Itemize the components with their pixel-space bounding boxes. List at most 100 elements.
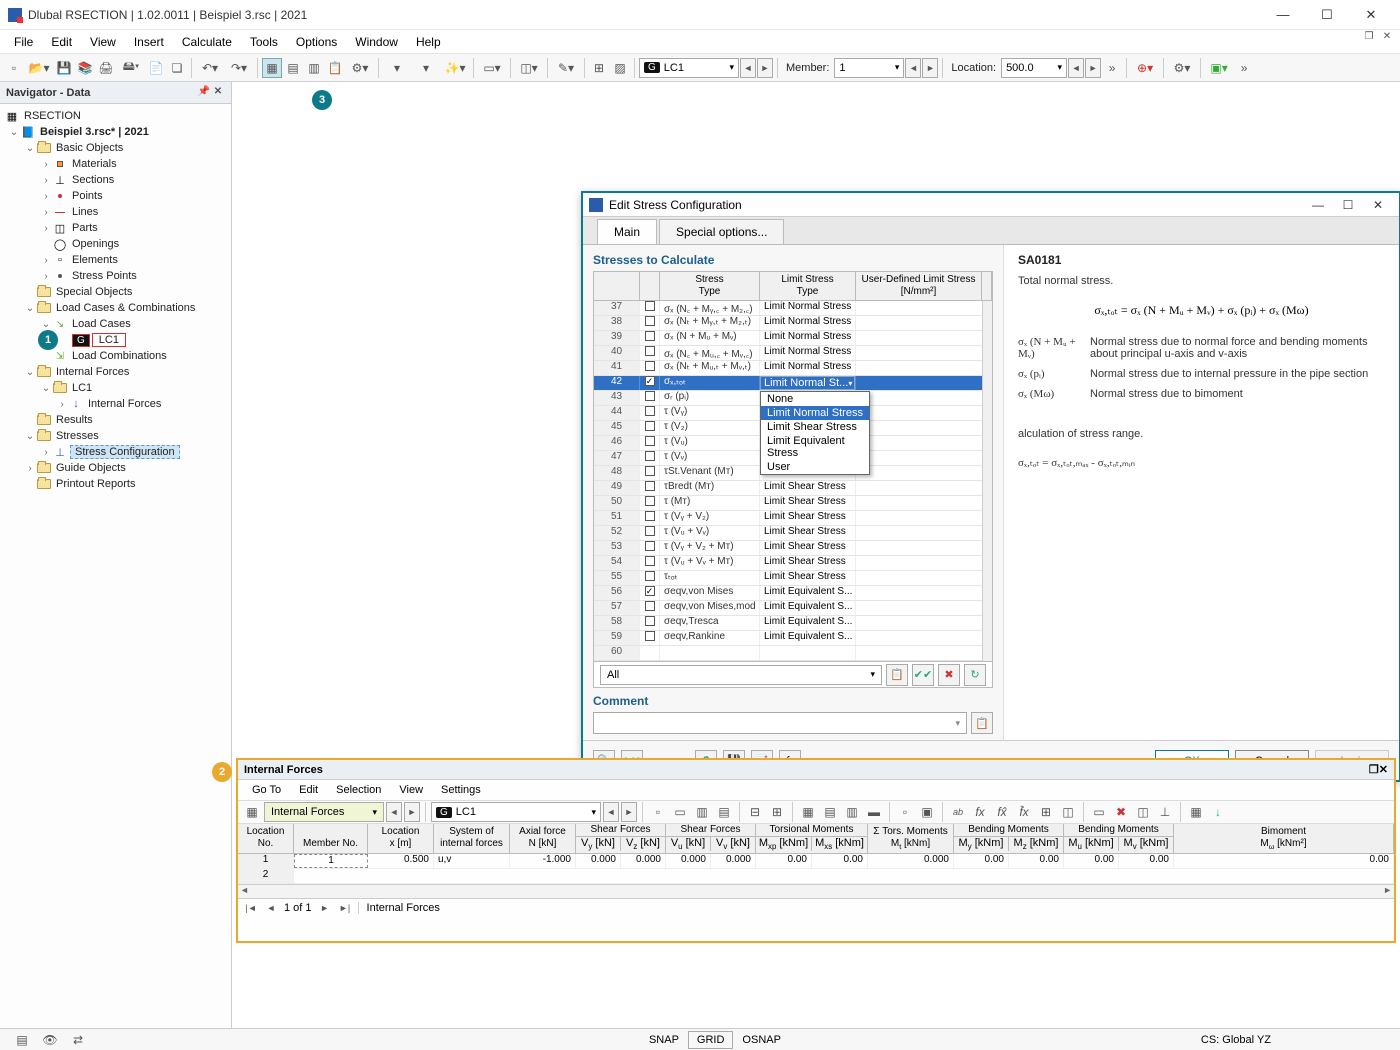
bp-scrollbar[interactable] — [238, 884, 1394, 898]
dropdown-item[interactable]: None — [761, 392, 869, 406]
loadcase-combo[interactable]: G LC1 ▾ — [639, 58, 739, 78]
expand-icon[interactable]: › — [40, 159, 52, 170]
expand-icon[interactable]: › — [40, 207, 52, 218]
bp-b10[interactable]: ▬ — [864, 802, 884, 822]
gf-btn3[interactable]: ✖ — [938, 664, 960, 686]
tree-lines[interactable]: Lines — [70, 206, 100, 218]
menu-help[interactable]: Help — [408, 32, 449, 52]
grid-row[interactable]: 41σₓ (Nₜ + Mᵤ,ₜ + Mᵥ,ₜ)Limit Normal Stre… — [594, 361, 992, 376]
minimize-button[interactable]: — — [1262, 3, 1304, 27]
expand-icon[interactable]: › — [40, 223, 52, 234]
print-opts-icon[interactable]: 🖴▾ — [117, 58, 145, 78]
bp-grid[interactable]: LocationNo. Member No. Locationx [m] Sys… — [238, 824, 1394, 884]
lc-prev-button[interactable]: ◄ — [740, 58, 756, 78]
bp-prev-table[interactable]: ◄ — [386, 802, 402, 822]
lc-next-button[interactable]: ► — [757, 58, 773, 78]
dropdown-item[interactable]: Limit Shear Stress — [761, 420, 869, 434]
bp-b15[interactable]: ▭ — [1089, 802, 1109, 822]
bp-b6[interactable]: ⊞ — [767, 802, 787, 822]
bp-b13[interactable]: ⊞ — [1036, 802, 1056, 822]
mdi-restore-icon[interactable]: ❐ — [1362, 30, 1376, 44]
more-icon[interactable]: » — [1102, 58, 1122, 78]
tree-elements[interactable]: Elements — [70, 254, 120, 266]
menu-tools[interactable]: Tools — [242, 32, 286, 52]
dropdown-item[interactable]: User — [761, 460, 869, 474]
bp-b19[interactable]: ▦ — [1186, 802, 1206, 822]
collapse-icon[interactable]: ⌄ — [8, 127, 20, 138]
menu-options[interactable]: Options — [288, 32, 345, 52]
box-icon[interactable]: ▣▾ — [1205, 58, 1233, 78]
bp-menu-goto[interactable]: Go To — [244, 782, 289, 798]
table-row[interactable]: 2 — [238, 869, 1394, 884]
loc-next-button[interactable]: ► — [1085, 58, 1101, 78]
tree-root[interactable]: RSECTION — [22, 110, 83, 122]
tab-main[interactable]: Main — [597, 219, 657, 244]
tree-lc1[interactable]: LC1 — [92, 333, 126, 347]
bp-b4[interactable]: ▤ — [714, 802, 734, 822]
bp-fx[interactable]: fx — [970, 802, 990, 822]
bp-fx3[interactable]: f̄x — [1014, 802, 1034, 822]
tree-special[interactable]: Special Objects — [54, 286, 134, 298]
grid-body[interactable]: 37σₓ (N꜀ + Mᵧ,꜀ + M₂,꜀)Limit Normal Stre… — [594, 301, 992, 661]
dropdown-item[interactable]: Limit Normal Stress — [761, 406, 869, 420]
bp-menu-edit[interactable]: Edit — [291, 782, 326, 798]
tree-stresses[interactable]: Stresses — [54, 430, 101, 442]
page-next[interactable]: ► — [318, 901, 332, 915]
dialog-minimize-button[interactable]: — — [1303, 195, 1333, 215]
tree-stresspts[interactable]: Stress Points — [70, 270, 139, 282]
grid-row[interactable]: 52τ (Vᵤ + Vᵥ)Limit Shear Stress — [594, 526, 992, 541]
tree-guide[interactable]: Guide Objects — [54, 462, 128, 474]
tree-points[interactable]: Points — [70, 190, 105, 202]
gear-icon[interactable]: ⚙▾ — [1168, 58, 1196, 78]
grid-row[interactable]: 38σₓ (Nₜ + Mᵧ,ₜ + M₂,ₜ)Limit Normal Stre… — [594, 316, 992, 331]
tree-materials[interactable]: Materials — [70, 158, 119, 170]
comment-pick-button[interactable]: 📋 — [971, 712, 993, 734]
table-row[interactable]: 1 1 0.500 u,v -1.000 0.000 0.000 0.000 0… — [238, 854, 1394, 869]
dialog-close-button[interactable]: ✕ — [1363, 195, 1393, 215]
tree-load-cases[interactable]: Load Cases — [70, 318, 133, 330]
menu-edit[interactable]: Edit — [43, 32, 80, 52]
print-icon[interactable]: 🖨 — [96, 58, 116, 78]
grid-row[interactable]: 42σₓ,ₜₒₜLimit Normal St...▾ — [594, 376, 992, 391]
layer-icon[interactable]: ◫▾ — [515, 58, 543, 78]
view-3-icon[interactable]: ▥ — [304, 58, 324, 78]
save-icon[interactable]: 💾 — [54, 58, 74, 78]
grid-row[interactable]: 37σₓ (N꜀ + Mᵧ,꜀ + M₂,꜀)Limit Normal Stre… — [594, 301, 992, 316]
menu-file[interactable]: File — [6, 32, 41, 52]
bp-next-table[interactable]: ► — [404, 802, 420, 822]
expand-icon[interactable]: › — [40, 191, 52, 202]
bp-b8[interactable]: ▤ — [820, 802, 840, 822]
collapse-icon[interactable]: ⌄ — [24, 303, 36, 314]
filter-1-icon[interactable]: ▾ — [383, 58, 411, 78]
status-view-icon[interactable]: ▤ — [12, 1030, 32, 1050]
limit-type-dropdown[interactable]: NoneLimit Normal StressLimit Shear Stres… — [760, 391, 870, 475]
snap-toggle[interactable]: SNAP — [640, 1031, 688, 1049]
tree-results[interactable]: Results — [54, 414, 95, 426]
bp-menu-settings[interactable]: Settings — [433, 782, 489, 798]
report-icon[interactable]: 📄 — [146, 58, 166, 78]
bp-b16[interactable]: ✖ — [1111, 802, 1131, 822]
save-all-icon[interactable]: 📚 — [75, 58, 95, 78]
tab-special[interactable]: Special options... — [659, 219, 784, 244]
page-last[interactable]: ►| — [338, 901, 352, 915]
grid-row[interactable]: 51τ (Vᵧ + V₂)Limit Shear Stress — [594, 511, 992, 526]
grid-row[interactable]: 55τₜₒₜLimit Shear Stress — [594, 571, 992, 586]
expand-icon[interactable]: › — [40, 271, 52, 282]
bp-abc[interactable]: ab — [948, 802, 968, 822]
bp-lc-combo[interactable]: G LC1 ▾ — [431, 802, 601, 822]
view-2-icon[interactable]: ▤ — [283, 58, 303, 78]
expand-icon[interactable]: › — [24, 463, 36, 474]
tree-load-combos[interactable]: Load Cases & Combinations — [54, 302, 197, 314]
grid-row[interactable]: 58σeqv,TrescaLimit Equivalent S... — [594, 616, 992, 631]
member-prev-button[interactable]: ◄ — [905, 58, 921, 78]
dialog-maximize-button[interactable]: ☐ — [1333, 195, 1363, 215]
expand-icon[interactable]: › — [40, 447, 52, 458]
calc-icon[interactable]: ⚙▾ — [346, 58, 374, 78]
grid-row[interactable]: 54τ (Vᵤ + Vᵥ + Mᴛ)Limit Shear Stress — [594, 556, 992, 571]
tree-openings[interactable]: Openings — [70, 238, 121, 250]
tree-load-combinations[interactable]: Load Combinations — [70, 350, 169, 362]
undo-icon[interactable]: ↶▾ — [196, 58, 224, 78]
pin-icon[interactable]: 📌 — [197, 86, 211, 100]
member-combo[interactable]: 1 ▾ — [834, 58, 904, 78]
bp-b1[interactable]: ▫ — [648, 802, 668, 822]
